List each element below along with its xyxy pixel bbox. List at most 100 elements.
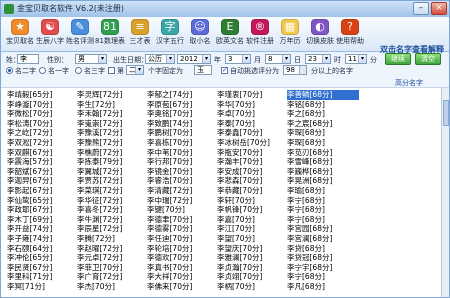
name-item[interactable]: 李望[70分]	[217, 234, 289, 244]
name-item[interactable]: 李任迪[70分]	[147, 234, 219, 244]
name-item[interactable]: 李嘉[70分]	[217, 215, 289, 225]
name-item[interactable]: 李宁[68分]	[287, 215, 359, 225]
name-item[interactable]: 李政耶[67分]	[7, 205, 79, 215]
name-item[interactable]	[357, 263, 429, 273]
name-item[interactable]: 李瑜[68分]	[287, 186, 359, 196]
toolbar-item-10[interactable]: ◐ 切换皮肤	[303, 19, 337, 49]
month-select[interactable]: 3 ▾	[225, 54, 251, 64]
name-item[interactable]	[357, 100, 429, 110]
name-item[interactable]	[357, 128, 429, 138]
chevron-down-icon[interactable]: ▾	[322, 55, 330, 63]
name-item[interactable]: 李卓[70分]	[217, 109, 289, 119]
name-item[interactable]: 李大祥[70分]	[147, 272, 219, 282]
name-item[interactable]	[357, 196, 429, 206]
name-item[interactable]: 李杰[70分]	[77, 282, 149, 292]
name-item[interactable]: 李仙鸷[65分]	[7, 196, 79, 206]
day-select[interactable]: 8 ▾	[265, 54, 291, 64]
name-item[interactable]: 李善鳞[68分]	[287, 90, 359, 100]
vertical-scrollbar[interactable]	[441, 88, 449, 297]
name-item[interactable]: 李牛渊[72分]	[77, 215, 149, 225]
name-item[interactable]: 李震海[57分]	[7, 157, 79, 167]
name-item[interactable]: 李峥漩[70分]	[7, 100, 79, 110]
name-item[interactable]: 李双麒[67分]	[7, 148, 79, 158]
name-item[interactable]: 李松涛[70分]	[7, 119, 79, 129]
name-item[interactable]: 李宁[68分]	[287, 205, 359, 215]
name-item[interactable]: 李中瑞[72分]	[147, 196, 219, 206]
name-item[interactable]	[357, 157, 429, 167]
name-item[interactable]: 李鹏树[70分]	[147, 128, 219, 138]
gender-select[interactable]: 男 ▾	[75, 54, 107, 64]
name-item[interactable]: 李泰鑫[70分]	[217, 128, 289, 138]
toolbar-item-2[interactable]: ✎ 姓名评测	[63, 19, 97, 49]
name-item[interactable]: 李望庆[70分]	[217, 244, 289, 254]
name-item[interactable]: 李微松[70分]	[7, 109, 79, 119]
name-item[interactable]: 李柄[70分]	[217, 282, 289, 292]
name-item[interactable]: 李宫澜[68分]	[287, 234, 359, 244]
scrollbar-thumb[interactable]	[443, 100, 449, 126]
name-item[interactable]: 李雪峰[68分]	[287, 157, 359, 167]
name-item[interactable]: 李睿浩[70分]	[147, 176, 219, 186]
fixed-position-select[interactable]: 二 ▾	[126, 65, 144, 75]
name-item[interactable]	[357, 272, 429, 282]
name-item[interactable]: 李冰树岳[70分]	[217, 138, 289, 148]
one-char-radio[interactable]	[39, 67, 46, 74]
name-item[interactable]: 李翼城[72分]	[77, 167, 149, 177]
chevron-down-icon[interactable]: ▾	[202, 55, 210, 63]
name-item[interactable]: 李轮培[70分]	[147, 244, 219, 254]
name-item[interactable]: 李瓶安[70分]	[217, 148, 289, 158]
name-item[interactable]: 李原苞[67分]	[147, 100, 219, 110]
name-item[interactable]: 李双淞[72分]	[7, 138, 79, 148]
two-char-radio[interactable]	[6, 67, 13, 74]
name-item[interactable]: 李民贤[67分]	[7, 263, 79, 273]
name-item[interactable]: 李巍桦[68分]	[287, 167, 359, 177]
name-item[interactable]: 李灵辉[72分]	[77, 90, 149, 100]
name-item[interactable]: 李生[72分]	[77, 100, 149, 110]
name-item[interactable]: 李恭藏[70分]	[217, 186, 289, 196]
auto-filter-checkbox[interactable]: ✓	[221, 67, 228, 74]
name-item[interactable]: 李贷冠[68分]	[287, 253, 359, 263]
name-item[interactable]	[357, 119, 429, 129]
toolbar-item-1[interactable]: ☯ 生辰八字	[33, 19, 67, 49]
fixed-char-input[interactable]: 玉	[194, 65, 212, 75]
name-item[interactable]: 李晃洲[68分]	[287, 176, 359, 186]
name-item[interactable]: 李泰[70分]	[217, 119, 289, 129]
toolbar-item-3[interactable]: 81 81数理表	[93, 19, 127, 49]
name-item[interactable]	[357, 234, 429, 244]
name-item[interactable]: 李琛[68分]	[287, 128, 359, 138]
name-item[interactable]: 李嵬崇[72分]	[77, 119, 149, 129]
name-item[interactable]	[357, 282, 429, 292]
toolbar-item-0[interactable]: ★ 宝贝取名	[3, 19, 37, 49]
name-item[interactable]	[357, 148, 429, 158]
toolbar-item-11[interactable]: ? 使用帮助	[333, 19, 367, 49]
name-item[interactable]: 李致鹏[74分]	[147, 119, 219, 129]
surname-input[interactable]: 李	[17, 54, 39, 64]
chevron-down-icon[interactable]: ▾	[166, 55, 174, 63]
name-item[interactable]: 李悲森[70分]	[217, 176, 289, 186]
name-item[interactable]	[357, 167, 429, 177]
name-item[interactable]	[357, 138, 429, 148]
name-item[interactable]: 李木丁[69分]	[7, 215, 79, 225]
name-item[interactable]	[357, 205, 429, 215]
name-item[interactable]: 李华[70分]	[217, 100, 289, 110]
score-threshold-input[interactable]: 98	[283, 65, 307, 75]
name-item[interactable]	[357, 90, 429, 100]
continue-button[interactable]: 继续	[385, 53, 411, 65]
name-item[interactable]: 李樵蔚[72分]	[77, 148, 149, 158]
name-item[interactable]	[357, 186, 429, 196]
name-item[interactable]: 李键[70分]	[147, 205, 219, 215]
name-item[interactable]: 李真书[70分]	[147, 263, 219, 273]
name-item[interactable]: 李瑾衷[70分]	[217, 90, 289, 100]
name-item[interactable]: 李郁之[74分]	[147, 90, 219, 100]
name-item[interactable]: 李安成[70分]	[217, 167, 289, 177]
name-item[interactable]	[357, 224, 429, 234]
chevron-down-icon[interactable]: ▾	[282, 55, 290, 63]
name-item[interactable]	[357, 215, 429, 225]
toolbar-item-7[interactable]: E 欧英文名	[213, 19, 247, 49]
name-item[interactable]: 李冲伦[65分]	[7, 253, 79, 263]
name-item[interactable]: 李清藏[72分]	[147, 186, 219, 196]
name-item[interactable]: 李菜琪[72分]	[77, 186, 149, 196]
minimize-button[interactable]: –	[413, 2, 429, 15]
three-char-radio[interactable]	[75, 67, 82, 74]
name-item[interactable]: 李贞瀚[70分]	[217, 263, 289, 273]
name-item[interactable]: 李德雾[70分]	[147, 224, 219, 234]
